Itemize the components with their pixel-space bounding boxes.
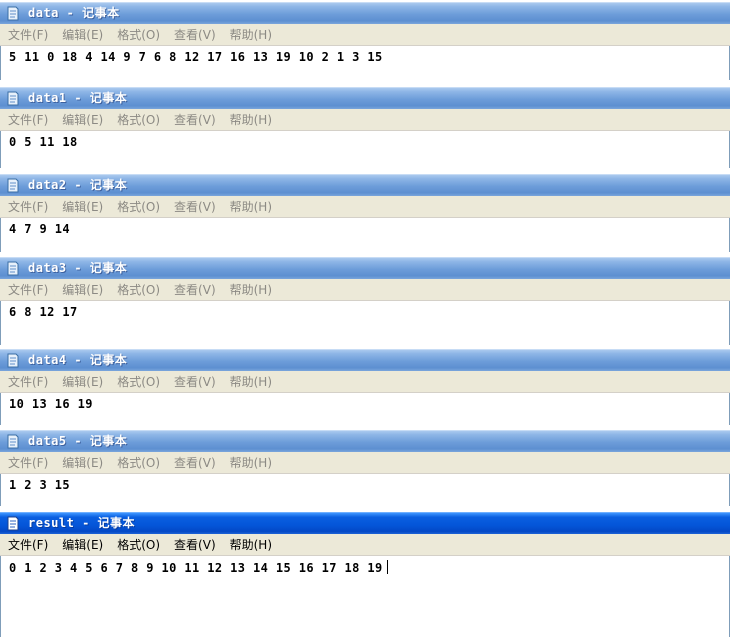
notepad-icon <box>7 178 19 193</box>
menu-bar: 文件(F) 编辑(E) 格式(O) 查看(V) 帮助(H) <box>0 109 730 131</box>
title-bar[interactable]: result - 记事本 <box>0 512 730 534</box>
menu-file[interactable]: 文件(F) <box>8 112 48 128</box>
menu-edit[interactable]: 编辑(E) <box>62 282 103 298</box>
text-area[interactable]: 6 8 12 17 <box>0 301 730 345</box>
notepad-icon <box>7 516 19 531</box>
menu-bar: 文件(F) 编辑(E) 格式(O) 查看(V) 帮助(H) <box>0 371 730 393</box>
title-bar[interactable]: data4 - 记事本 <box>0 349 730 371</box>
menu-file[interactable]: 文件(F) <box>8 199 48 215</box>
text-content: 6 8 12 17 <box>9 305 78 319</box>
menu-edit[interactable]: 编辑(E) <box>62 27 103 43</box>
menu-help[interactable]: 帮助(H) <box>230 199 272 215</box>
menu-edit[interactable]: 编辑(E) <box>62 537 103 553</box>
text-area[interactable]: 4 7 9 14 <box>0 218 730 252</box>
menu-format[interactable]: 格式(O) <box>117 374 160 390</box>
menu-view[interactable]: 查看(V) <box>174 112 216 128</box>
menu-bar: 文件(F) 编辑(E) 格式(O) 查看(V) 帮助(H) <box>0 279 730 301</box>
window-title: data2 - 记事本 <box>28 178 128 192</box>
menu-help[interactable]: 帮助(H) <box>230 374 272 390</box>
menu-view[interactable]: 查看(V) <box>174 374 216 390</box>
menu-help[interactable]: 帮助(H) <box>230 455 272 471</box>
menu-view[interactable]: 查看(V) <box>174 537 216 553</box>
menu-bar: 文件(F) 编辑(E) 格式(O) 查看(V) 帮助(H) <box>0 196 730 218</box>
menu-bar: 文件(F) 编辑(E) 格式(O) 查看(V) 帮助(H) <box>0 452 730 474</box>
menu-help[interactable]: 帮助(H) <box>230 112 272 128</box>
text-area[interactable]: 0 1 2 3 4 5 6 7 8 9 10 11 12 13 14 15 16… <box>0 556 730 637</box>
menu-format[interactable]: 格式(O) <box>117 537 160 553</box>
text-area[interactable]: 0 5 11 18 <box>0 131 730 168</box>
notepad-icon <box>7 434 19 449</box>
window-title: data5 - 记事本 <box>28 434 128 448</box>
window-title: data - 记事本 <box>28 6 120 20</box>
menu-help[interactable]: 帮助(H) <box>230 27 272 43</box>
menu-format[interactable]: 格式(O) <box>117 455 160 471</box>
title-bar[interactable]: data - 记事本 <box>0 2 730 24</box>
menu-help[interactable]: 帮助(H) <box>230 282 272 298</box>
menu-view[interactable]: 查看(V) <box>174 199 216 215</box>
notepad-window-data[interactable]: data - 记事本 文件(F) 编辑(E) 格式(O) 查看(V) 帮助(H)… <box>0 2 730 80</box>
menu-view[interactable]: 查看(V) <box>174 455 216 471</box>
window-title: data4 - 记事本 <box>28 353 128 367</box>
text-content: 4 7 9 14 <box>9 222 70 236</box>
title-bar[interactable]: data5 - 记事本 <box>0 430 730 452</box>
text-content: 0 5 11 18 <box>9 135 78 149</box>
menu-file[interactable]: 文件(F) <box>8 455 48 471</box>
menu-view[interactable]: 查看(V) <box>174 27 216 43</box>
window-title: data3 - 记事本 <box>28 261 128 275</box>
notepad-window-result[interactable]: result - 记事本 文件(F) 编辑(E) 格式(O) 查看(V) 帮助(… <box>0 512 730 637</box>
notepad-window-data3[interactable]: data3 - 记事本 文件(F) 编辑(E) 格式(O) 查看(V) 帮助(H… <box>0 257 730 345</box>
menu-format[interactable]: 格式(O) <box>117 199 160 215</box>
notepad-icon <box>7 91 19 106</box>
text-content: 0 1 2 3 4 5 6 7 8 9 10 11 12 13 14 15 16… <box>9 560 388 575</box>
notepad-window-data4[interactable]: data4 - 记事本 文件(F) 编辑(E) 格式(O) 查看(V) 帮助(H… <box>0 349 730 425</box>
text-content: 1 2 3 15 <box>9 478 70 492</box>
menu-format[interactable]: 格式(O) <box>117 112 160 128</box>
menu-edit[interactable]: 编辑(E) <box>62 374 103 390</box>
title-bar[interactable]: data2 - 记事本 <box>0 174 730 196</box>
text-caret <box>386 560 388 574</box>
menu-file[interactable]: 文件(F) <box>8 537 48 553</box>
menu-view[interactable]: 查看(V) <box>174 282 216 298</box>
title-bar[interactable]: data1 - 记事本 <box>0 87 730 109</box>
notepad-window-data2[interactable]: data2 - 记事本 文件(F) 编辑(E) 格式(O) 查看(V) 帮助(H… <box>0 174 730 252</box>
menu-edit[interactable]: 编辑(E) <box>62 112 103 128</box>
menu-file[interactable]: 文件(F) <box>8 374 48 390</box>
text-area[interactable]: 1 2 3 15 <box>0 474 730 506</box>
text-content: 10 13 16 19 <box>9 397 93 411</box>
title-bar[interactable]: data3 - 记事本 <box>0 257 730 279</box>
menu-file[interactable]: 文件(F) <box>8 27 48 43</box>
notepad-icon <box>7 6 19 21</box>
text-value: 0 1 2 3 4 5 6 7 8 9 10 11 12 13 14 15 16… <box>9 561 383 575</box>
menu-bar: 文件(F) 编辑(E) 格式(O) 查看(V) 帮助(H) <box>0 534 730 556</box>
notepad-window-data5[interactable]: data5 - 记事本 文件(F) 编辑(E) 格式(O) 查看(V) 帮助(H… <box>0 430 730 506</box>
text-area[interactable]: 10 13 16 19 <box>0 393 730 425</box>
notepad-window-data1[interactable]: data1 - 记事本 文件(F) 编辑(E) 格式(O) 查看(V) 帮助(H… <box>0 87 730 168</box>
menu-format[interactable]: 格式(O) <box>117 27 160 43</box>
notepad-icon <box>7 261 19 276</box>
menu-format[interactable]: 格式(O) <box>117 282 160 298</box>
text-content: 5 11 0 18 4 14 9 7 6 8 12 17 16 13 19 10… <box>9 50 383 64</box>
notepad-icon <box>7 353 19 368</box>
menu-help[interactable]: 帮助(H) <box>230 537 272 553</box>
window-title: result - 记事本 <box>28 516 136 530</box>
text-area[interactable]: 5 11 0 18 4 14 9 7 6 8 12 17 16 13 19 10… <box>0 46 730 80</box>
menu-edit[interactable]: 编辑(E) <box>62 199 103 215</box>
menu-bar: 文件(F) 编辑(E) 格式(O) 查看(V) 帮助(H) <box>0 24 730 46</box>
menu-file[interactable]: 文件(F) <box>8 282 48 298</box>
window-title: data1 - 记事本 <box>28 91 128 105</box>
menu-edit[interactable]: 编辑(E) <box>62 455 103 471</box>
